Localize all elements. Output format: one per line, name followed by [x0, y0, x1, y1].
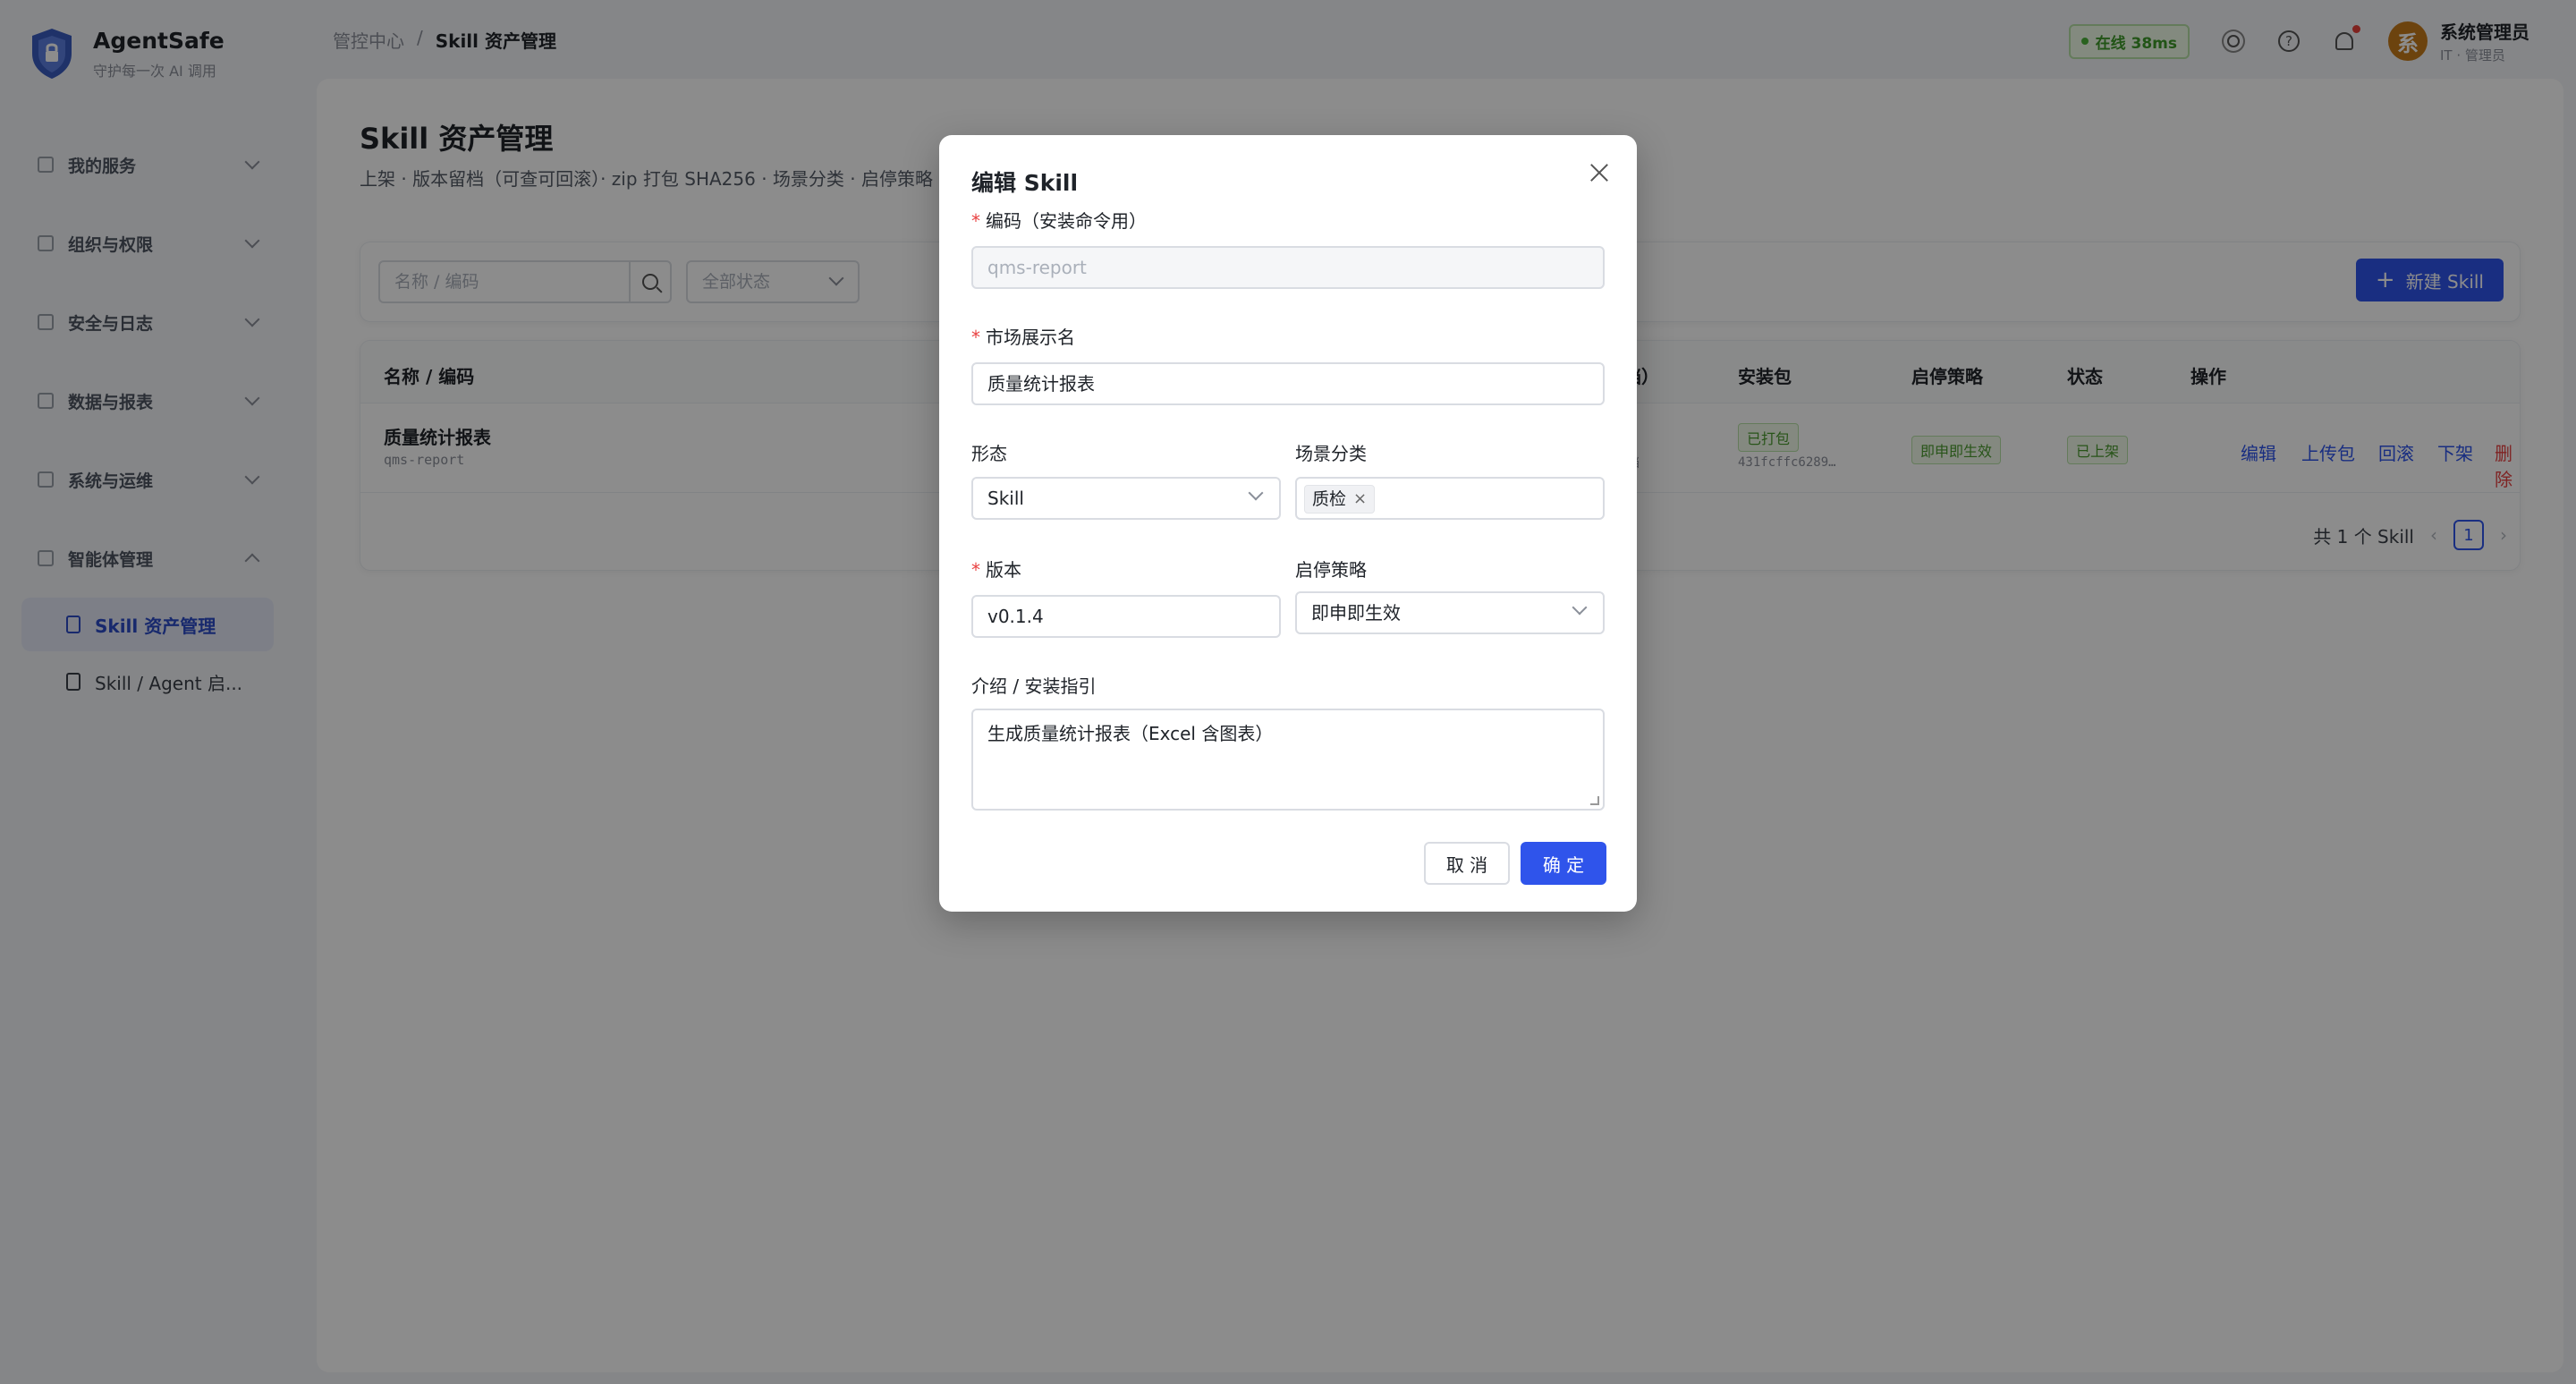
version-input[interactable]: v0.1.4 [971, 595, 1281, 638]
edit-skill-dialog: 编辑 Skill * 编码（安装命令用） qms-report * 市场展示名 质量… [939, 135, 1637, 912]
code-input: qms-report [971, 246, 1605, 289]
display-name-input[interactable]: 质量统计报表 [971, 362, 1605, 405]
scene-label: 场景分类 [1295, 443, 1367, 464]
scene-tag-label: 质检 [1312, 489, 1347, 509]
dialog-title: 编辑 Skill [971, 170, 1079, 196]
remove-tag-icon[interactable]: × [1353, 486, 1367, 513]
form-type-select[interactable]: Skill [971, 477, 1281, 520]
intro-label: 介绍 / 安装指引 [971, 675, 1097, 697]
close-icon[interactable] [1589, 162, 1610, 183]
version-label-text: 版本 [986, 559, 1021, 581]
form-type-value: Skill [987, 488, 1024, 509]
policy-select[interactable]: 即申即生效 [1295, 591, 1605, 634]
code-label: * 编码（安装命令用） [971, 207, 1147, 233]
display-name-label: * 市场展示名 [971, 323, 1075, 349]
required-mark: * [971, 210, 980, 232]
form-type-label: 形态 [971, 443, 1007, 464]
scene-multiselect[interactable]: 质检 × [1295, 477, 1605, 520]
cancel-button[interactable]: 取 消 [1424, 842, 1510, 885]
policy-value: 即申即生效 [1311, 602, 1401, 624]
version-label: * 版本 [971, 556, 1021, 582]
chevron-down-icon [1572, 599, 1588, 616]
app-root: AgentSafe 守护每一次 AI 调用 我的服务 组织与权限 安全与日志 数… [0, 0, 2576, 1384]
chevron-down-icon [1248, 485, 1264, 501]
resize-handle-icon[interactable] [1590, 796, 1599, 805]
intro-textarea[interactable]: 生成质量统计报表（Excel 含图表） [971, 709, 1605, 811]
policy-label: 启停策略 [1295, 559, 1367, 581]
required-mark: * [971, 327, 980, 348]
confirm-button[interactable]: 确 定 [1521, 842, 1606, 885]
scene-tag: 质检 × [1304, 485, 1376, 514]
required-mark: * [971, 559, 980, 581]
intro-text: 生成质量统计报表（Excel 含图表） [987, 723, 1274, 744]
display-name-label-text: 市场展示名 [986, 327, 1075, 348]
code-label-text: 编码（安装命令用） [986, 210, 1147, 232]
